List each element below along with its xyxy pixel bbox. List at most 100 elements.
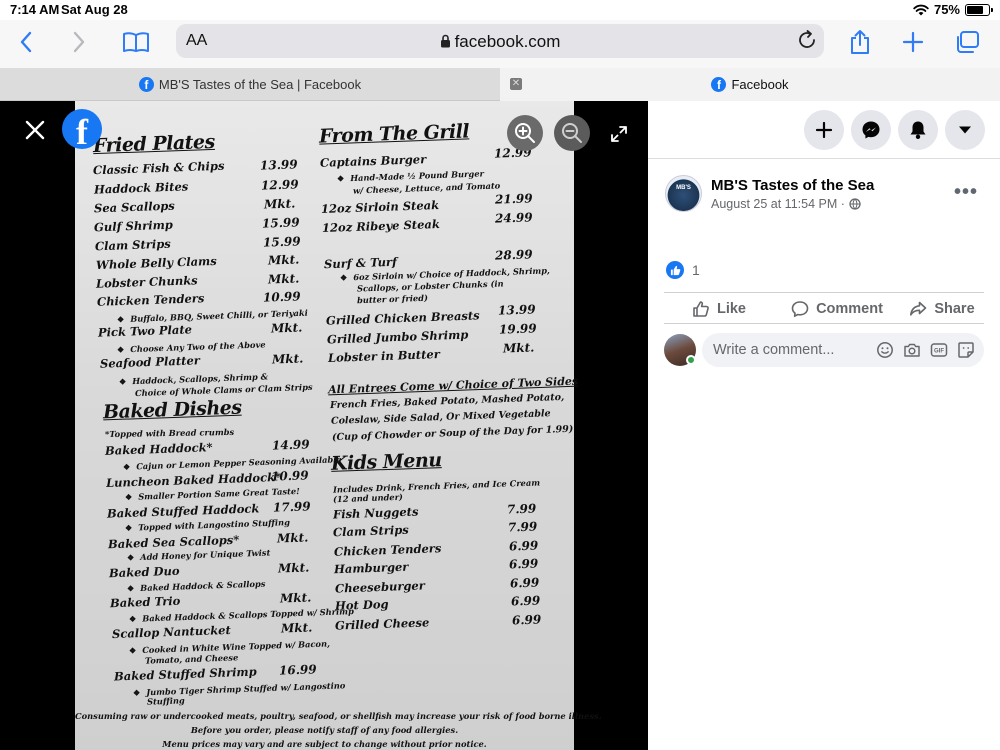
caret-down-icon [959,126,971,134]
page-name-link[interactable]: MB'S Tastes of the Sea [711,177,874,194]
menu-item-name: Chicken Tenders [333,541,442,559]
facebook-logo-letter: f [76,112,88,149]
menu-item-name: Baked Stuffed Haddock [106,501,260,521]
camera-icon[interactable] [903,341,921,359]
menu-item-price: 7.99 [507,519,538,535]
forward-button[interactable] [64,28,94,56]
menu-item-note: Baked Haddock & Scallops [127,579,266,594]
menu-item-name: Captains Burger [319,152,427,170]
menu-item-name: Baked Haddock* [104,440,213,458]
menu-heading: From The Grill [318,120,470,148]
post-timestamp[interactable]: August 25 at 11:54 PM · [711,197,861,211]
gif-icon[interactable]: GIF [930,341,948,359]
new-tab-button[interactable] [898,28,928,56]
menu-item-name: Haddock Bites [93,179,189,197]
tab-bar: f MB'S Tastes of the Sea | Facebook ✕ f … [0,68,1000,101]
account-menu-button[interactable] [945,110,985,150]
tab-facebook[interactable]: ✕ f Facebook [500,68,1000,101]
lock-icon [440,34,450,48]
post-options-button[interactable]: ••• [954,181,978,204]
like-label: Like [716,301,746,317]
menu-heading: Kids Menu [330,449,442,475]
chevron-right-icon [73,31,85,53]
comment-tools: GIF [876,341,975,359]
menu-item-name: Baked Trio [109,593,181,611]
menu-item-name: Grilled Chicken Breasts [325,308,480,328]
menu-item-name: Whole Belly Clams [95,253,217,273]
battery-percent: 75% [933,2,960,17]
bookmarks-button[interactable] [121,28,151,56]
share-button[interactable] [845,28,875,56]
menu-item-name: Gulf Shrimp [93,217,174,235]
facebook-favicon-icon: f [711,77,727,92]
tabs-icon [957,31,979,53]
status-bar: 7:14 AM Sat Aug 28 75% [0,0,1000,20]
close-viewer-button[interactable] [22,117,48,148]
close-tab-icon[interactable]: ✕ [510,78,522,90]
menu-item-price: Mkt. [277,560,310,576]
reactions-summary[interactable]: 1 [666,261,700,279]
menu-item-note: (12 and under) [332,491,404,505]
menu-item-note: Cajun or Lemon Pepper Seasoning Availabl… [123,454,342,472]
menu-footer-line: Menu prices may vary and are subject to … [162,739,487,749]
menu-item-name: Seafood Platter [99,353,201,371]
comment-label: Comment [816,301,883,317]
svg-text:GIF: GIF [934,349,944,355]
online-status-dot [686,355,696,365]
menu-photo[interactable]: Fried Plates Classic Fish & Chips 13.99 Had… [75,101,602,750]
create-button[interactable] [804,110,844,150]
menu-item-price: Mkt. [271,351,304,367]
menu-item-price: 15.99 [262,234,301,250]
page-avatar[interactable]: MB'S [665,175,702,212]
comment-button[interactable]: Comment [778,293,896,325]
menu-item-name: Lobster Chunks [95,273,198,291]
zoom-out-button[interactable] [554,115,590,151]
menu-item-price: 6.99 [508,538,539,554]
tabs-overview-button[interactable] [952,28,982,56]
address-bar[interactable]: AA facebook.com [176,24,824,58]
avatar-text: MB'S [676,185,691,191]
menu-item-note: Tomato, and Cheese [144,652,239,666]
menu-item-name: Classic Fish & Chips [92,158,225,178]
menu-item-name: Baked Stuffed Shrimp [113,664,257,684]
menu-item-name: Lobster in Butter [327,347,440,365]
menu-item-name: Scallop Nantucket [111,622,232,642]
like-reaction-icon [666,261,684,279]
menu-item-price: 10.99 [270,468,309,484]
menu-item-price: Mkt. [267,252,300,268]
status-date: Sat Aug 28 [61,2,128,17]
emoji-icon[interactable] [876,341,894,359]
menu-item-note: Stuffing [146,695,185,707]
share-icon [851,30,869,54]
zoom-in-button[interactable] [507,115,543,151]
notifications-button[interactable] [898,110,938,150]
status-right: 75% [913,2,993,17]
share-post-button[interactable]: Share [900,293,984,325]
back-button[interactable] [11,28,41,56]
menu-item-price: 15.99 [261,215,300,231]
battery-fill [967,5,983,14]
battery-icon [965,3,993,16]
like-button[interactable]: Like [664,293,774,325]
menu-item-name: Surf & Turf [323,254,398,272]
reload-icon [799,30,815,48]
sticker-icon[interactable] [957,341,975,359]
facebook-post-pane: MB'S MB'S Tastes of the Sea August 25 at… [648,101,1000,750]
zoom-out-icon [562,123,582,143]
menu-item-name: 12oz Sirloin Steak [320,197,440,217]
facebook-header [648,101,1000,159]
fullscreen-button[interactable] [610,125,628,148]
menu-item-price: Mkt. [263,196,296,212]
like-count: 1 [692,262,700,278]
facebook-logo-icon[interactable]: f [62,109,102,149]
url-display[interactable]: facebook.com [176,32,824,52]
wifi-icon [913,4,929,15]
facebook-favicon-icon: f [138,77,154,92]
menu-item-price: 6.99 [511,612,542,628]
browser-toolbar: AA facebook.com [0,20,1000,68]
tab-mbs-facebook[interactable]: f MB'S Tastes of the Sea | Facebook [0,68,500,101]
menu-item-note: Topped with Langostino Stuffing [125,517,290,533]
messenger-button[interactable] [851,110,891,150]
reload-button[interactable] [796,29,818,56]
menu-item-name: Clam Strips [333,522,410,540]
